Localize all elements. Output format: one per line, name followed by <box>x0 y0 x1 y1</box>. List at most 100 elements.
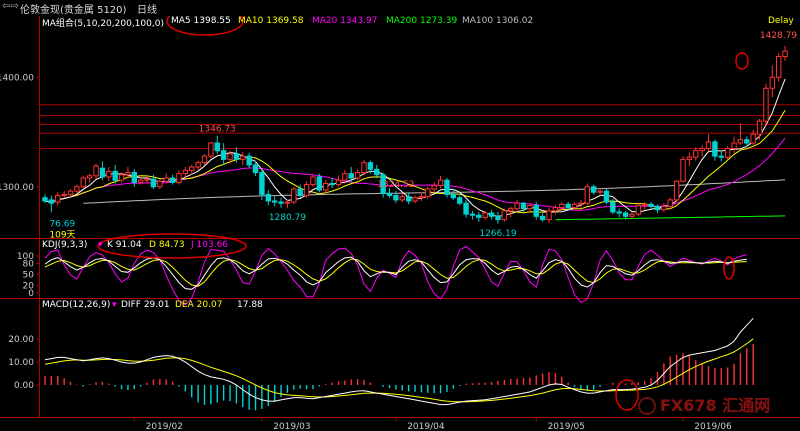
candle-body <box>437 179 444 187</box>
candle-body <box>61 193 67 197</box>
candle-body <box>763 87 769 122</box>
candle-body <box>782 50 788 58</box>
candle-body <box>495 215 501 221</box>
kdj-j-legend: J 103.66 <box>191 240 229 250</box>
price-annotation-label: 76.69 <box>49 219 75 229</box>
price-annotation-label: 109天 <box>49 230 75 240</box>
candle-body <box>67 190 74 195</box>
candle-body <box>776 56 782 78</box>
candle-body <box>182 169 189 175</box>
candle-body <box>488 212 495 217</box>
candle-body <box>201 155 208 164</box>
candle-body <box>654 205 661 211</box>
macd-value-legend: 17.88 <box>237 300 263 310</box>
candle-body <box>233 153 240 160</box>
ma20-legend: MA20 1343.97 <box>312 16 378 26</box>
candle-body <box>252 164 259 174</box>
date-tick-label: 2019/06 <box>694 422 732 431</box>
candle-body <box>144 178 150 181</box>
candle-body <box>527 204 533 210</box>
candle-body <box>648 203 654 207</box>
ma-legend-title: MA组合(5,10,20,200,100,0) <box>42 19 164 29</box>
candle-body <box>450 193 457 199</box>
candle-body <box>546 210 552 221</box>
candle-body <box>42 197 48 202</box>
candle-body <box>55 195 61 203</box>
candle-body <box>673 180 680 201</box>
chart-canvas: 1300.001400.0002050801000.0010.0020.0020… <box>0 0 800 431</box>
candle-body <box>125 172 131 176</box>
candle-body <box>571 203 578 209</box>
candle-body <box>131 172 138 183</box>
candle-body <box>597 190 603 193</box>
macd-dropdown-icon[interactable]: ▾ <box>112 300 117 310</box>
candle-body <box>310 176 316 186</box>
period-label[interactable]: 日线 <box>137 1 157 16</box>
candle-body <box>405 196 412 202</box>
candle-body <box>246 155 252 166</box>
candle-body <box>756 120 763 135</box>
candle-body <box>323 182 329 191</box>
candle-body <box>342 173 348 181</box>
candle-body <box>584 186 590 204</box>
candle-body <box>271 200 278 203</box>
price-tick-label: 1300.00 <box>0 183 34 193</box>
date-tick-label: 2019/04 <box>407 422 445 431</box>
candle-body <box>769 76 776 89</box>
candle-body <box>661 205 667 211</box>
kdj-dropdown-icon[interactable]: ▾ <box>98 240 103 250</box>
candle-body <box>176 173 182 183</box>
candle-body <box>469 213 476 216</box>
candle-body <box>559 203 565 209</box>
candle-body <box>737 139 744 144</box>
candle-body <box>163 177 169 182</box>
candle-body <box>431 185 437 190</box>
candle-body <box>74 186 80 192</box>
ma100-legend: MA100 1306.02 <box>462 16 534 26</box>
kdj-d-legend: D 84.73 <box>149 240 185 250</box>
candle-body <box>150 178 157 188</box>
candle-body <box>508 208 514 212</box>
candle-body <box>616 211 622 214</box>
candle-body <box>457 197 463 204</box>
candle-body <box>138 179 144 183</box>
price-tick-label: 1400.00 <box>0 73 34 83</box>
back-forward-arrows-icon[interactable]: ⇦⇨ <box>2 1 19 12</box>
candle-body <box>418 196 425 199</box>
candle-body <box>578 202 584 205</box>
kdj-tick-label: 50 <box>23 271 35 281</box>
candle-body <box>189 166 195 171</box>
candle-body <box>297 188 303 197</box>
candle-body <box>86 175 93 179</box>
macd-diff-legend: DIFF 29.01 <box>121 300 170 310</box>
price-annotation-label: 1428.79 <box>760 31 797 41</box>
candle-body <box>750 133 756 144</box>
candle-body <box>303 184 310 197</box>
candle-body <box>693 150 699 158</box>
candle-body <box>227 153 233 160</box>
candle-body <box>610 201 616 213</box>
candle-body <box>533 204 539 217</box>
watermark-text: FX678 汇通网 <box>660 396 770 415</box>
candle-body <box>284 201 291 204</box>
candle-body <box>169 177 176 183</box>
candle-body <box>329 182 335 186</box>
candle-body <box>106 170 112 178</box>
candle-body <box>603 190 610 203</box>
candle-body <box>80 177 86 188</box>
kdj-k-legend: K 91.04 <box>107 240 142 250</box>
candle-body <box>208 142 214 157</box>
candle-body <box>731 142 737 149</box>
kdj-tick-label: 100 <box>17 252 34 262</box>
macd-tick-label: 0.00 <box>14 381 34 391</box>
candle-body <box>374 168 380 176</box>
candle-body <box>635 204 642 215</box>
candle-body <box>667 199 673 207</box>
candle-body <box>514 202 520 210</box>
ma5-legend: MA5 1398.55 <box>171 16 231 26</box>
date-tick-label: 2019/05 <box>548 422 585 431</box>
candle-body <box>482 212 488 218</box>
delay-label: Delay <box>768 16 794 26</box>
title-bar: ⇦⇨ 伦敦金现(贵金属 5120) 日线 <box>0 0 800 16</box>
candle-body <box>112 170 118 181</box>
